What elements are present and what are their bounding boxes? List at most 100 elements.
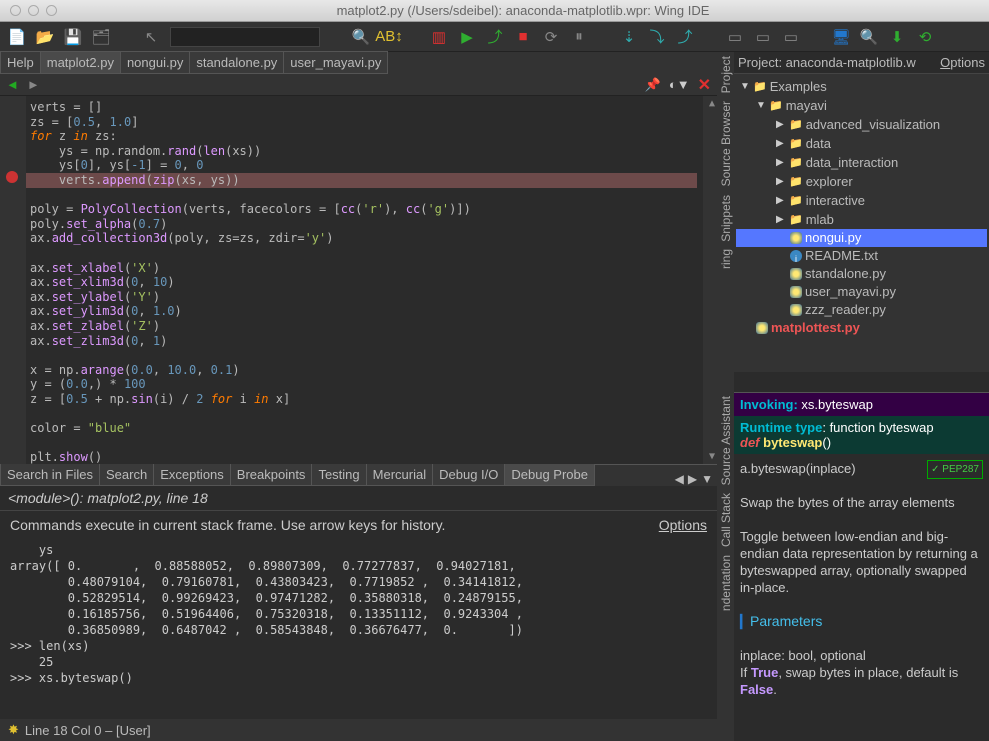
new-file-icon[interactable]: 📄 [8, 28, 26, 46]
python-file-icon [756, 322, 768, 334]
assistant-invoking: Invoking: xs.byteswap [734, 393, 989, 416]
debug-probe-panel: <module>(): matplot2.py, line 18 Command… [0, 486, 717, 719]
download-icon[interactable]: ⬇ [888, 28, 906, 46]
assistant-doc: ✓ PEP287 a.byteswap(inplace) Swap the by… [734, 454, 989, 704]
pause-icon[interactable]: ⏸ [570, 28, 588, 46]
restart-icon[interactable]: ⟳ [542, 28, 560, 46]
sync-icon[interactable]: ⟲ [916, 28, 934, 46]
nav-back-icon[interactable]: ◄ [6, 77, 19, 92]
breakpoint-icon[interactable] [6, 171, 18, 183]
python-file-icon [790, 268, 802, 280]
project-tree[interactable]: ▼Examples ▼mayavi ▶advanced_visualizatio… [734, 74, 989, 372]
step-over-icon[interactable]: ⇣ [620, 28, 638, 46]
close-window-icon[interactable] [10, 5, 21, 16]
tree-folder[interactable]: interactive [806, 192, 865, 210]
dropdown-icon[interactable]: ◐▼ [669, 77, 690, 92]
window-title-bar: matplot2.py (/Users/sdeibel): anaconda-m… [0, 0, 989, 22]
frame-down-icon[interactable]: ▭ [782, 28, 800, 46]
zoom-window-icon[interactable] [46, 5, 57, 16]
tab-search[interactable]: Search [99, 463, 154, 486]
pointer-icon[interactable]: ↖ [142, 28, 160, 46]
tabs-menu-icon[interactable]: ▼ [701, 472, 713, 486]
tab-nongui[interactable]: nongui.py [120, 51, 190, 74]
info-file-icon: i [790, 250, 802, 262]
tree-file-nongui[interactable]: nongui.py [805, 229, 861, 247]
tab-debug-io[interactable]: Debug I/O [432, 463, 505, 486]
tab-usermayavi[interactable]: user_mayavi.py [283, 51, 388, 74]
right-tool-strip-upper: Project Source Browser Snippets ring [717, 52, 734, 392]
run-icon[interactable]: ▶ [458, 28, 476, 46]
close-tab-icon[interactable]: ✕ [698, 75, 711, 95]
find-replace-icon[interactable]: AB↕ [380, 28, 398, 46]
vt-call-stack[interactable]: Call Stack [719, 489, 733, 551]
file-tabs: Help matplot2.py nongui.py standalone.py… [0, 52, 717, 74]
tree-folder[interactable]: mlab [806, 211, 834, 229]
vt-ring[interactable]: ring [719, 245, 733, 273]
vt-snippets[interactable]: Snippets [719, 191, 733, 246]
nav-forward-icon[interactable]: ► [27, 77, 40, 92]
vt-project[interactable]: Project [719, 52, 733, 97]
tab-matplot2[interactable]: matplot2.py [40, 51, 121, 74]
frame-up-icon[interactable]: ▭ [726, 28, 744, 46]
open-file-icon[interactable]: 📂 [36, 28, 54, 46]
tab-mercurial[interactable]: Mercurial [366, 463, 433, 486]
tree-folder[interactable]: data [806, 135, 831, 153]
continue-icon[interactable]: ⤴ [486, 28, 504, 46]
tree-file-usermayavi[interactable]: user_mayavi.py [805, 283, 896, 301]
step-into-icon[interactable]: ⤵ [648, 28, 666, 46]
tabs-scroll-left-icon[interactable]: ◀ [675, 472, 684, 486]
tree-file-zzz[interactable]: zzz_reader.py [805, 301, 886, 319]
new-doc-icon[interactable]: ▥ [430, 28, 448, 46]
tree-file-matplottest[interactable]: matplottest.py [771, 319, 860, 337]
search-icon[interactable]: 🔍 [352, 28, 370, 46]
save-icon[interactable]: 💾 [64, 28, 82, 46]
save-all-icon[interactable]: 🗂 [92, 28, 110, 46]
project-options-link[interactable]: Options [940, 55, 985, 70]
tab-standalone[interactable]: standalone.py [189, 51, 284, 74]
debug-options-link[interactable]: Options [659, 517, 707, 533]
editor-gutter[interactable] [0, 96, 26, 464]
editor-nav-row: ◄ ► 📌 ◐▼ ✕ [0, 74, 717, 96]
code-editor[interactable]: verts = [] zs = [0.5, 1.0] for z in zs: … [0, 96, 717, 464]
tabs-scroll-right-icon[interactable]: ▶ [688, 472, 697, 486]
tree-folder[interactable]: advanced_visualization [806, 116, 940, 134]
editor-scrollbar[interactable]: ▲ ▼ [703, 96, 717, 464]
debug-frame-header[interactable]: <module>(): matplot2.py, line 18 [0, 486, 717, 511]
tree-file-standalone[interactable]: standalone.py [805, 265, 886, 283]
status-bug-icon[interactable]: ✸ [8, 722, 19, 738]
vt-source-browser[interactable]: Source Browser [719, 97, 733, 190]
main-toolbar: 📄 📂 💾 🗂 ↖ 🔍 AB↕ ▥ ▶ ⤴ ■ ⟳ ⏸ ⇣ ⤵ ⤴ ▭ ▭ ▭ … [0, 22, 989, 52]
pin-icon[interactable]: 📌 [645, 77, 661, 93]
vt-indentation[interactable]: ndentation [719, 551, 733, 615]
step-out-icon[interactable]: ⤴ [676, 28, 694, 46]
frame-mid-icon[interactable]: ▭ [754, 28, 772, 46]
tree-folder[interactable]: explorer [806, 173, 853, 191]
tab-search-in-files[interactable]: Search in Files [0, 463, 100, 486]
tree-mayavi[interactable]: mayavi [786, 97, 827, 115]
help-tab[interactable]: Help [0, 51, 41, 74]
project-title: Project: anaconda-matplotlib.w [738, 55, 916, 70]
tab-exceptions[interactable]: Exceptions [153, 463, 231, 486]
toolbar-search-input[interactable] [170, 27, 320, 47]
stop-icon[interactable]: ■ [514, 28, 532, 46]
tree-root[interactable]: Examples [770, 78, 827, 96]
tree-folder[interactable]: data_interaction [806, 154, 899, 172]
minimize-window-icon[interactable] [28, 5, 39, 16]
right-tool-strip-lower: Source Assistant Call Stack ndentation [717, 392, 734, 741]
monitor-icon[interactable]: 🖥 [832, 28, 850, 46]
assistant-runtime: Runtime type: function byteswap def byte… [734, 416, 989, 454]
tab-testing[interactable]: Testing [311, 463, 366, 486]
status-bar: ✸ Line 18 Col 0 – [User] [0, 719, 717, 741]
tab-debug-probe[interactable]: Debug Probe [504, 463, 595, 486]
project-header: Project: anaconda-matplotlib.w Options [734, 52, 989, 74]
window-controls [0, 5, 57, 16]
debug-hint: Commands execute in current stack frame.… [10, 517, 445, 533]
tool-tabs: Search in Files Search Exceptions Breakp… [0, 464, 717, 486]
code-content: verts = [] zs = [0.5, 1.0] for z in zs: … [30, 100, 697, 464]
pep-badge: ✓ PEP287 [927, 460, 983, 479]
tab-breakpoints[interactable]: Breakpoints [230, 463, 313, 486]
search2-icon[interactable]: 🔍 [860, 28, 878, 46]
debug-console[interactable]: ys array([ 0. , 0.88588052, 0.89807309, … [0, 539, 717, 719]
vt-source-assistant[interactable]: Source Assistant [719, 392, 733, 489]
tree-file-readme[interactable]: README.txt [805, 247, 878, 265]
